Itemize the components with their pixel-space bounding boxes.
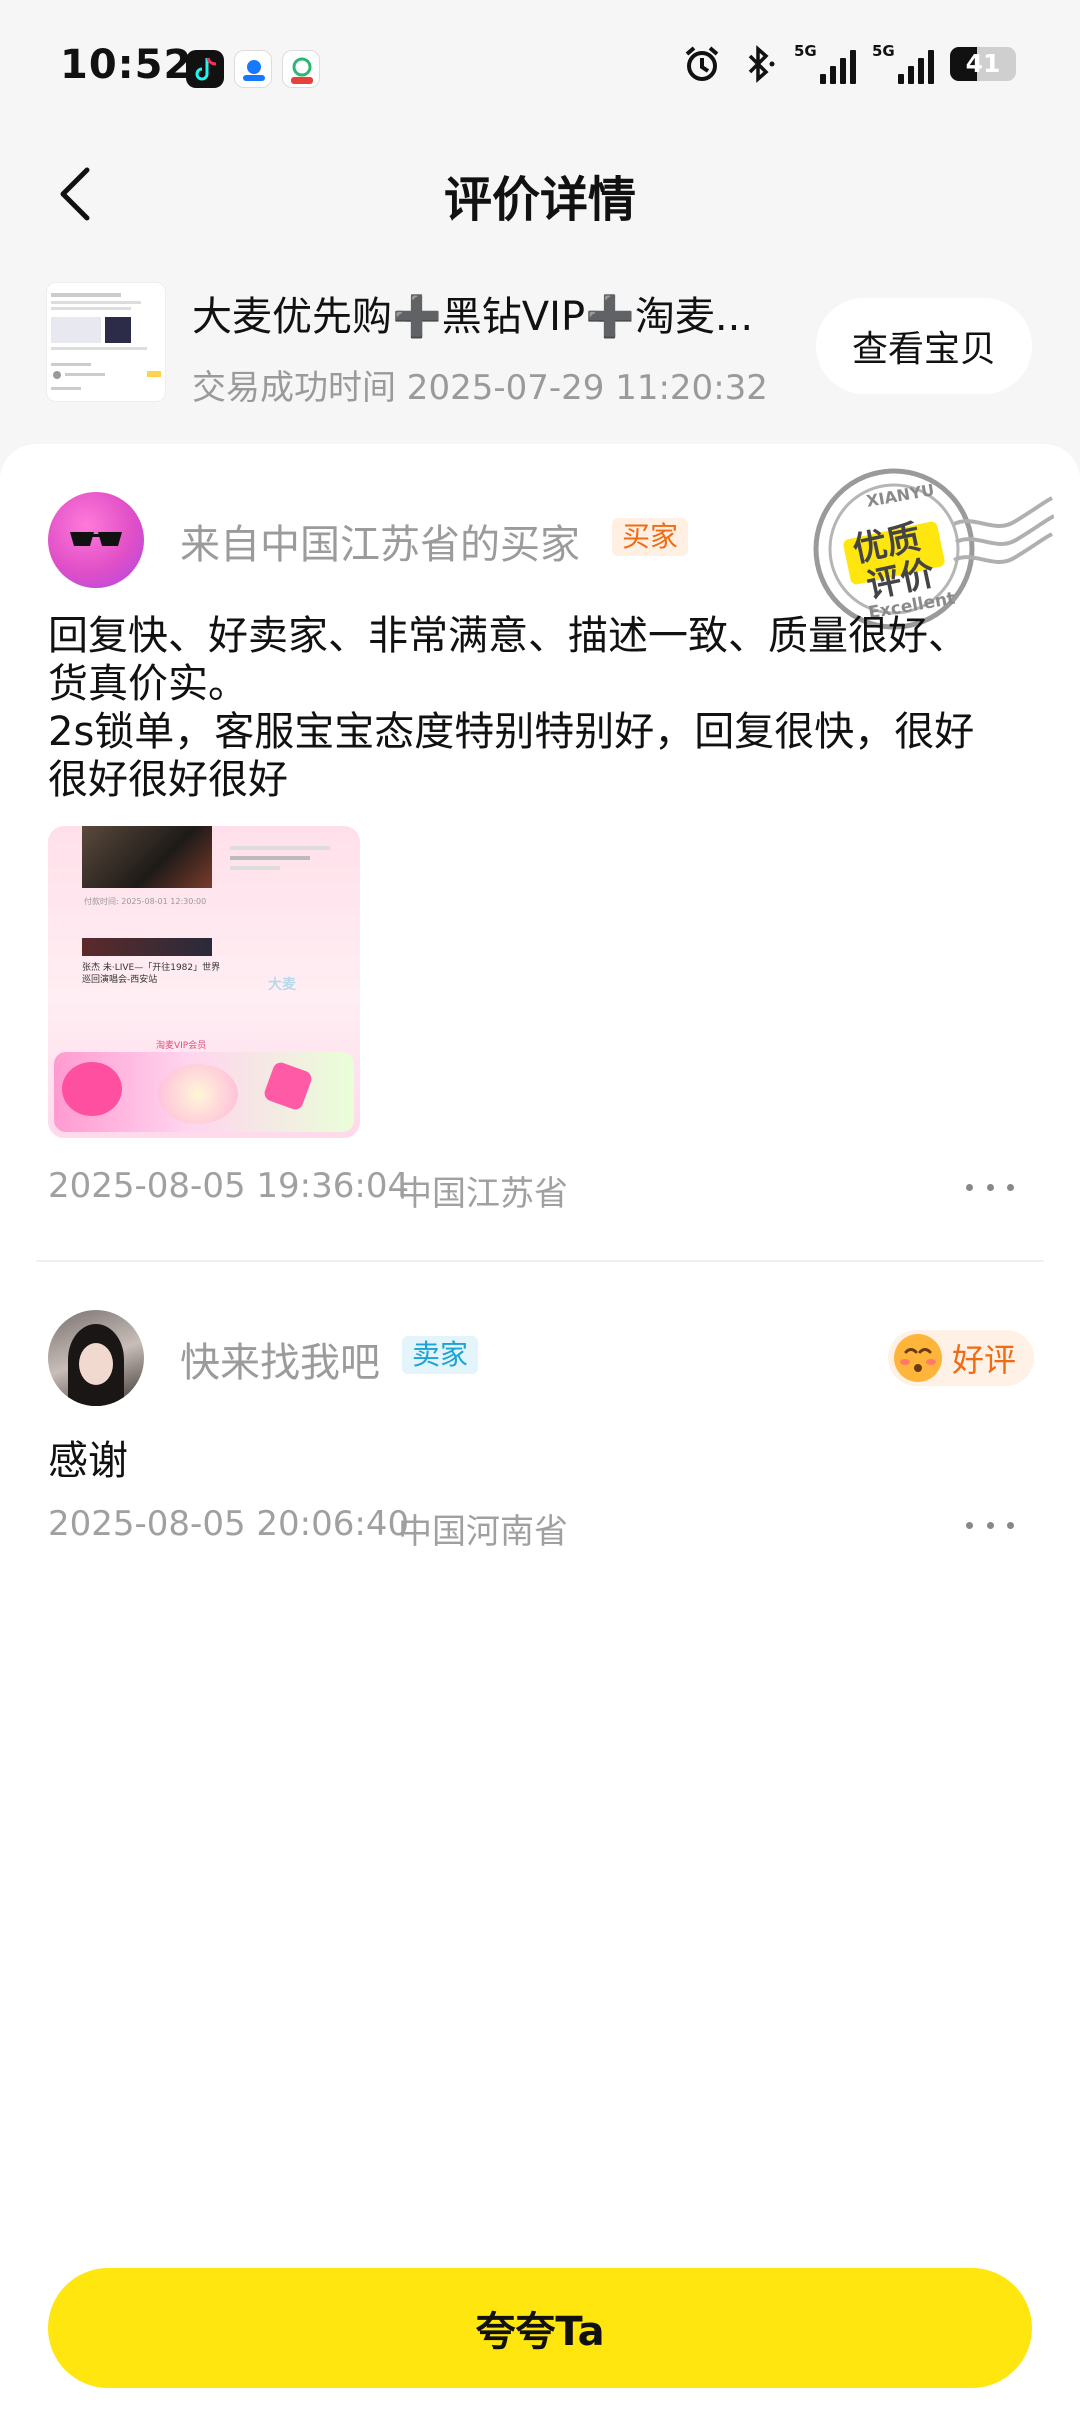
- smiling-face-icon: [894, 1334, 942, 1382]
- review-photo-text-3: 大麦: [268, 977, 296, 993]
- seller-reply-text: 感谢: [48, 1438, 128, 1484]
- cellular-signal-2-icon: 5G: [872, 42, 934, 84]
- praise-button[interactable]: 夸夸Ta: [48, 2268, 1032, 2388]
- page-title: 评价详情: [443, 172, 636, 228]
- mobile-app-icon: [282, 50, 320, 88]
- review-photo-text-1: 付款时间: 2025-08-01 12:30:00: [84, 897, 207, 906]
- product-summary[interactable]: 大麦优先购➕黑钻VIP➕淘麦... 交易成功时间 2025-07-29 11:2…: [0, 272, 1080, 412]
- view-item-button[interactable]: 查看宝贝: [816, 298, 1032, 394]
- cellular-signal-1-icon: 5G: [794, 42, 856, 84]
- product-thumbnail[interactable]: [46, 282, 166, 402]
- quality-review-stamp: XIANYU 优质 评价 Excellent: [804, 464, 1055, 634]
- transaction-time: 交易成功时间 2025-07-29 11:20:32: [192, 368, 768, 408]
- buyer-role-badge: 买家: [612, 518, 689, 556]
- positive-rating-badge: 好评: [888, 1330, 1035, 1386]
- status-app-icons: [186, 50, 320, 88]
- seller-role-badge: 卖家: [402, 1336, 479, 1374]
- buyer-review-time: 2025-08-05 19:36:04: [48, 1166, 410, 1206]
- seller-more-options-button[interactable]: [960, 1510, 1020, 1540]
- review-photo-text-4: 淘麦VIP会员: [156, 1041, 207, 1051]
- divider: [36, 1260, 1044, 1262]
- product-title[interactable]: 大麦优先购➕黑钻VIP➕淘麦...: [192, 284, 792, 342]
- tiktok-app-icon: [186, 50, 224, 88]
- review-photo-text-2: 张杰 未·LIVE—「开往1982」世界巡回演唱会-西安站: [82, 963, 221, 985]
- buyer-avatar[interactable]: [48, 492, 144, 588]
- status-bar: 10:52 5G 5G 41: [0, 0, 1080, 140]
- review-card: 来自中国江苏省的买家 买家 XIANYU 优质 评价 Excellent 回复快…: [0, 444, 1080, 2412]
- buyer-more-options-button[interactable]: [960, 1172, 1020, 1202]
- seller-reply-time: 2025-08-05 20:06:40: [48, 1504, 410, 1544]
- review-photo[interactable]: 付款时间: 2025-08-01 12:30:00 张杰 未·LIVE—「开往1…: [48, 826, 360, 1138]
- nav-bar: 评价详情: [0, 140, 1080, 250]
- positive-rating-label: 好评: [952, 1341, 1017, 1379]
- cloud-app-icon: [234, 50, 272, 88]
- alarm-icon: [685, 46, 719, 81]
- battery-icon: 41: [950, 47, 1016, 81]
- seller-name: 快来找我吧: [180, 1340, 380, 1386]
- buyer-review-location: 中国江苏省: [398, 1174, 568, 1214]
- buyer-name: 来自中国江苏省的买家: [180, 522, 580, 568]
- bluetooth-icon: [748, 45, 775, 83]
- status-indicators: 5G 5G 41: [682, 42, 1016, 84]
- seller-avatar[interactable]: [48, 1310, 144, 1406]
- seller-reply-location: 中国河南省: [398, 1512, 568, 1552]
- buyer-review-text: 回复快、好卖家、非常满意、描述一致、质量很好、 货真价实。 2s锁单，客服宝宝态…: [48, 613, 975, 803]
- status-time: 10:52: [60, 42, 193, 88]
